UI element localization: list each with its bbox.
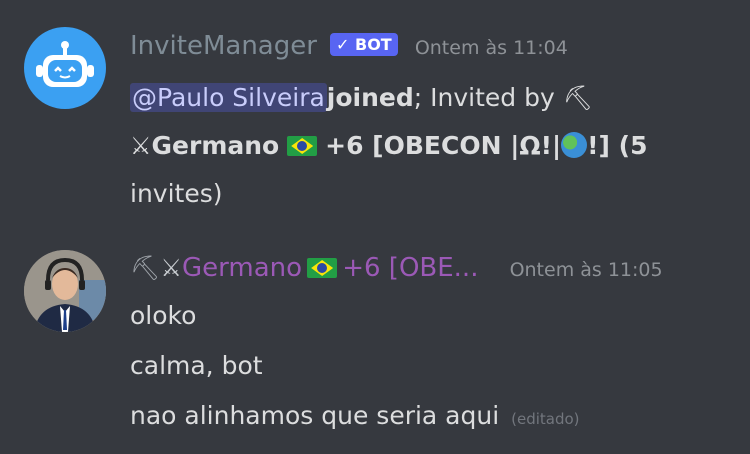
author-name[interactable]: InviteManager <box>130 31 317 61</box>
semicolon-text: ; <box>413 83 423 112</box>
check-icon: ✓ <box>336 35 350 54</box>
author-name-rest[interactable]: +6 [OBE... <box>342 253 478 283</box>
robot-icon <box>36 41 94 87</box>
invites-rest: invites) <box>130 179 223 208</box>
avatar-photo <box>24 250 106 332</box>
content-line-3: invites) <box>130 170 730 217</box>
message-header: ⛏⚔Germano +6 [OBE... Ontem às 11:05 <box>130 253 663 283</box>
bot-tag: ✓ BOT <box>330 33 398 56</box>
pick-icon: ⛏ <box>562 84 594 112</box>
inviter-name: Germano <box>151 131 280 160</box>
crossed-swords-icon: ⚔ <box>130 132 152 160</box>
action-text: joined <box>326 83 414 112</box>
brazil-flag-icon <box>307 258 338 278</box>
edited-label: (editado) <box>511 410 580 428</box>
inviter-tag: +6 [OBECON |Ω!| <box>325 131 562 160</box>
message-line: calma, bot <box>130 351 263 380</box>
message-bot: InviteManager ✓ BOT Ontem às 11:04 @Paul… <box>0 0 750 230</box>
invites-count: (5 <box>609 131 648 160</box>
author-name[interactable]: Germano <box>182 253 302 283</box>
timestamp[interactable]: Ontem às 11:05 <box>510 259 663 281</box>
timestamp[interactable]: Ontem às 11:04 <box>415 37 568 59</box>
message-header: InviteManager ✓ BOT Ontem às 11:04 <box>130 31 568 61</box>
message-content: oloko calma, bot nao alinhamos que seria… <box>130 291 580 444</box>
message-user: ⛏⚔Germano +6 [OBE... Ontem às 11:05 olok… <box>0 230 750 454</box>
crossed-swords-icon: ⚔ <box>160 254 182 282</box>
user-avatar[interactable] <box>24 250 106 332</box>
invited-by-text: Invited by <box>422 83 555 112</box>
message-line-text: nao alinhamos que seria aqui <box>130 401 500 430</box>
bot-avatar[interactable] <box>24 27 106 109</box>
globe-icon <box>561 132 588 158</box>
pick-icon: ⛏ <box>130 254 161 282</box>
user-mention[interactable]: @Paulo Silveira <box>130 83 327 112</box>
content-line-2: ⚔Germano +6 [OBECON |Ω!|!] (5 <box>130 122 730 170</box>
message-content: @Paulo Silveirajoined; Invited by ⛏ ⚔Ger… <box>130 74 730 217</box>
message-line: oloko <box>130 301 197 330</box>
bot-tag-label: BOT <box>355 35 392 54</box>
message-line-edited: nao alinhamos que seria aqui (editado) <box>130 391 580 444</box>
brazil-flag-icon <box>287 136 318 156</box>
inviter-tag-close: !] <box>587 131 610 160</box>
content-line-1: @Paulo Silveirajoined; Invited by ⛏ <box>130 74 730 122</box>
